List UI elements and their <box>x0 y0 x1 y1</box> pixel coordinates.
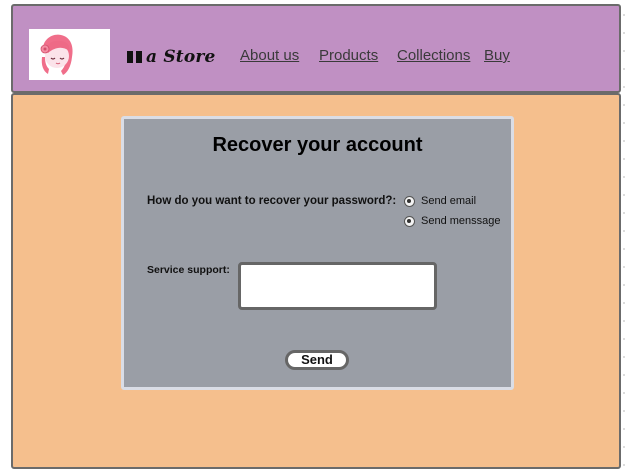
option-send-email-label: Send email <box>421 195 477 207</box>
main-content: Recover your account How do you want to … <box>11 93 621 469</box>
option-send-email[interactable]: Send email <box>404 195 476 207</box>
recover-card: Recover your account How do you want to … <box>121 116 514 390</box>
right-edge-dots <box>621 0 625 471</box>
site-header: a Store About us Products Collections Bu… <box>11 4 621 93</box>
page: a Store About us Products Collections Bu… <box>0 0 625 471</box>
support-label: Service support: <box>147 264 230 276</box>
nav-products[interactable]: Products <box>319 47 378 67</box>
radio-send-email[interactable] <box>404 195 415 207</box>
radio-send-message[interactable] <box>404 215 415 227</box>
send-button[interactable]: Send <box>285 350 349 370</box>
brand-text: a Store <box>146 47 216 67</box>
nav-collections[interactable]: Collections <box>397 47 470 67</box>
nav-buy[interactable]: Buy <box>484 47 510 67</box>
page-title: Recover your account <box>212 134 423 156</box>
brand-bars-icon <box>127 51 142 63</box>
logo[interactable] <box>29 29 110 80</box>
recovery-question: How do you want to recover your password… <box>147 195 397 207</box>
nav-about-us[interactable]: About us <box>240 47 299 67</box>
option-send-message-label: Send menssage <box>421 215 501 227</box>
option-send-message[interactable]: Send menssage <box>404 215 501 227</box>
girl-face-logo-icon <box>40 34 73 75</box>
brand-name[interactable]: a Store <box>127 46 216 68</box>
support-input[interactable] <box>238 262 437 310</box>
